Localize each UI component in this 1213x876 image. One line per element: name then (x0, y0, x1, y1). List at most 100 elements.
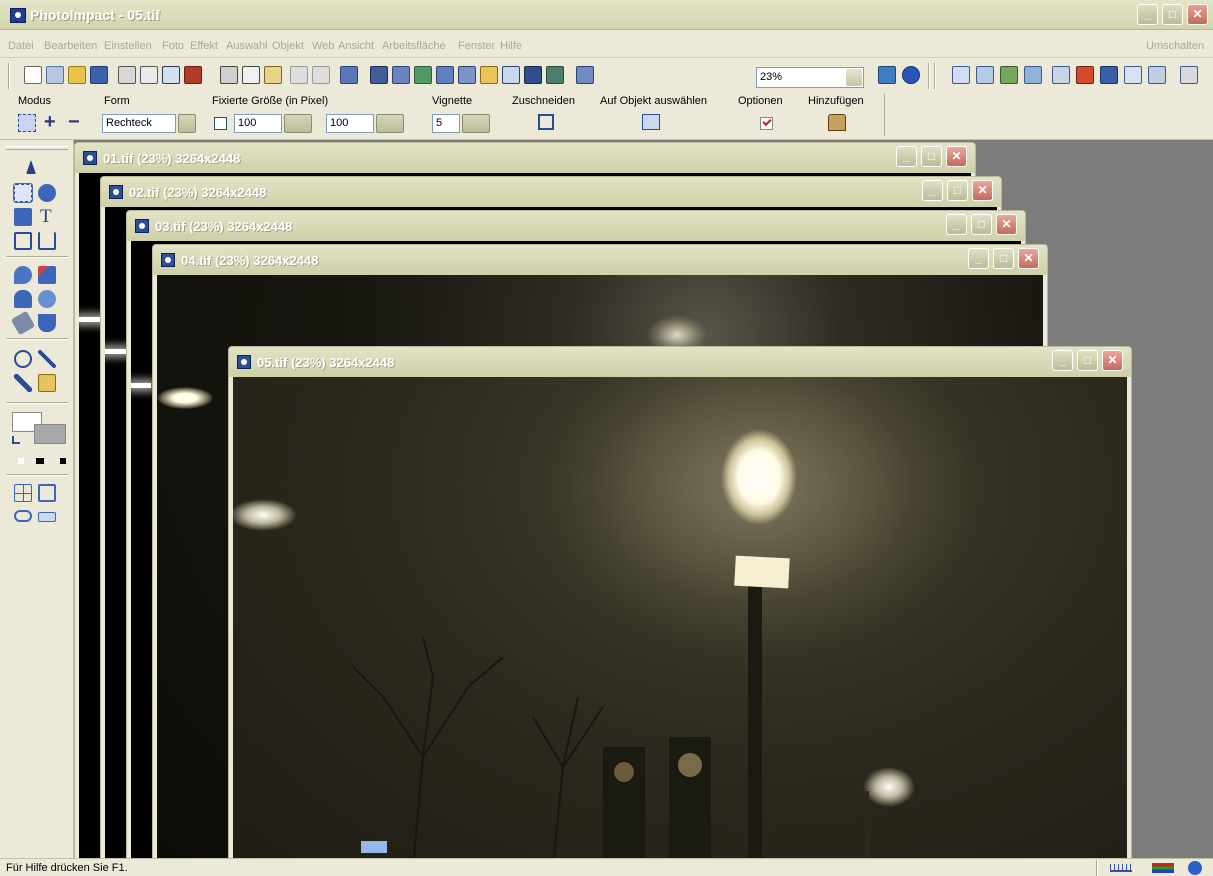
menu-hilfe[interactable]: Hilfe (500, 40, 522, 52)
document-minimize-button[interactable]: _ (946, 214, 967, 235)
document-manager-icon[interactable] (1024, 66, 1042, 84)
new-file-icon[interactable] (24, 66, 42, 84)
grid-icon[interactable] (14, 484, 32, 502)
camera-icon[interactable] (370, 66, 388, 84)
redo-icon[interactable] (312, 66, 330, 84)
zoom-combobox[interactable]: 23% (756, 67, 864, 88)
frame-icon[interactable] (502, 66, 520, 84)
object-icon[interactable] (524, 66, 542, 84)
undo-icon[interactable] (290, 66, 308, 84)
menu-einstellen[interactable]: Einstellen (104, 40, 152, 52)
paste-icon[interactable] (264, 66, 282, 84)
menu-datei[interactable]: Datei (8, 40, 34, 52)
effect-icon[interactable] (480, 66, 498, 84)
pen-tool-icon[interactable] (14, 374, 32, 392)
document-maximize-button[interactable]: □ (921, 146, 942, 167)
retouch-tool-icon[interactable] (38, 266, 56, 284)
guide-icon[interactable] (38, 484, 56, 502)
standard-selection-tool-icon[interactable] (13, 183, 33, 203)
select-object-icon[interactable] (642, 114, 660, 130)
menu-foto[interactable]: Foto (162, 40, 184, 52)
status-panel-icon[interactable] (1148, 66, 1166, 84)
document-title-bar[interactable]: 02.tif (23%) 3264x2448 _ □ ✕ (101, 177, 1001, 207)
add-object-icon[interactable] (828, 114, 846, 131)
selection-mode-icon[interactable] (18, 114, 36, 132)
stamp-tool-icon[interactable] (38, 290, 56, 308)
restore-button[interactable]: □ (1162, 4, 1183, 25)
hand-globe-icon[interactable] (878, 66, 896, 84)
rotate-icon[interactable] (458, 66, 476, 84)
pick-tool-icon[interactable] (26, 160, 36, 174)
document-close-button[interactable]: ✕ (972, 180, 993, 201)
photoimpact-app-icon[interactable] (10, 8, 26, 23)
menu-arbeitsflaeche[interactable]: Arbeitsfläche (382, 40, 446, 52)
background-color-swatch[interactable] (34, 424, 66, 444)
document-minimize-button[interactable]: _ (922, 180, 943, 201)
chevron-down-icon[interactable] (846, 69, 862, 86)
menu-auswahl[interactable]: Auswahl (226, 40, 268, 52)
open-folder-icon[interactable] (68, 66, 86, 84)
add-mode-icon[interactable]: + (44, 111, 56, 134)
menu-web[interactable]: Web (312, 40, 334, 52)
easy-palette-icon[interactable] (1000, 66, 1018, 84)
ruler-icon[interactable] (38, 512, 56, 522)
document-maximize-button[interactable]: □ (971, 214, 992, 235)
panel-icon[interactable] (976, 66, 994, 84)
image-document-icon[interactable] (109, 185, 123, 199)
print-icon[interactable] (118, 66, 136, 84)
browse-icon[interactable] (546, 66, 564, 84)
document-close-button[interactable]: ✕ (996, 214, 1017, 235)
copy-icon[interactable] (242, 66, 260, 84)
close-button[interactable]: ✕ (1187, 4, 1208, 25)
toolbar-grip-2[interactable] (934, 63, 936, 89)
default-white-swatch[interactable] (18, 458, 24, 464)
width-spinner[interactable] (284, 114, 312, 133)
batch-icon[interactable] (576, 66, 594, 84)
zoom-tool-icon[interactable] (14, 350, 32, 368)
fixed-size-checkbox[interactable] (214, 117, 227, 130)
paint-bucket-tool-icon[interactable] (38, 314, 56, 332)
transform-tool-icon[interactable] (38, 232, 56, 250)
form-dropdown-icon[interactable] (178, 114, 196, 133)
height-spinner[interactable] (376, 114, 404, 133)
eraser-tool-icon[interactable] (10, 310, 36, 336)
info-icon[interactable] (1188, 861, 1202, 875)
path-drawing-tool-icon[interactable] (14, 208, 32, 226)
document-minimize-button[interactable]: _ (1052, 350, 1073, 371)
document-minimize-button[interactable]: _ (896, 146, 917, 167)
minimize-button[interactable]: _ (1137, 4, 1158, 25)
zoom-preview-icon[interactable] (162, 66, 180, 84)
image-document-icon[interactable] (237, 355, 251, 369)
app-title-bar[interactable]: PhotoImpact - 05.tif _ □ ✕ (0, 0, 1213, 30)
help-icon[interactable] (902, 66, 920, 84)
document-title-bar[interactable]: 03.tif (23%) 3264x2448 _ □ ✕ (127, 211, 1025, 241)
tool-panel-grip[interactable] (6, 146, 68, 150)
crop-tool-icon[interactable] (14, 232, 32, 250)
document-close-button[interactable]: ✕ (946, 146, 967, 167)
image-document-icon[interactable] (83, 151, 97, 165)
preview-mode-icon[interactable] (14, 510, 32, 522)
document-minimize-button[interactable]: _ (968, 248, 989, 269)
default-black-swatch[interactable] (36, 458, 44, 464)
document-maximize-button[interactable]: □ (993, 248, 1014, 269)
menu-objekt[interactable]: Objekt (272, 40, 304, 52)
screen-icon[interactable] (1180, 66, 1198, 84)
quick-command-icon[interactable] (1052, 66, 1070, 84)
color-bar-icon[interactable] (1152, 863, 1174, 873)
menu-ansicht[interactable]: Ansicht (338, 40, 374, 52)
image-adjust-icon[interactable] (392, 66, 410, 84)
document-maximize-button[interactable]: □ (1077, 350, 1098, 371)
document-window-05[interactable]: 05.tif (23%) 3264x2448 _ □ ✕ (228, 346, 1132, 858)
document-close-button[interactable]: ✕ (1102, 350, 1123, 371)
lasso-tool-icon[interactable] (38, 184, 56, 202)
ruler-icon[interactable] (1110, 864, 1132, 872)
eyedropper-tool-icon[interactable] (38, 350, 56, 368)
crop-icon[interactable] (538, 114, 554, 130)
hand-tool-icon[interactable] (38, 374, 56, 392)
vignette-input[interactable]: 5 (432, 114, 460, 133)
color-adjust-icon[interactable] (414, 66, 432, 84)
print-preview-icon[interactable] (140, 66, 158, 84)
toolbar-grip[interactable] (8, 63, 10, 89)
resize-icon[interactable] (436, 66, 454, 84)
info-panel-icon[interactable] (1124, 66, 1142, 84)
